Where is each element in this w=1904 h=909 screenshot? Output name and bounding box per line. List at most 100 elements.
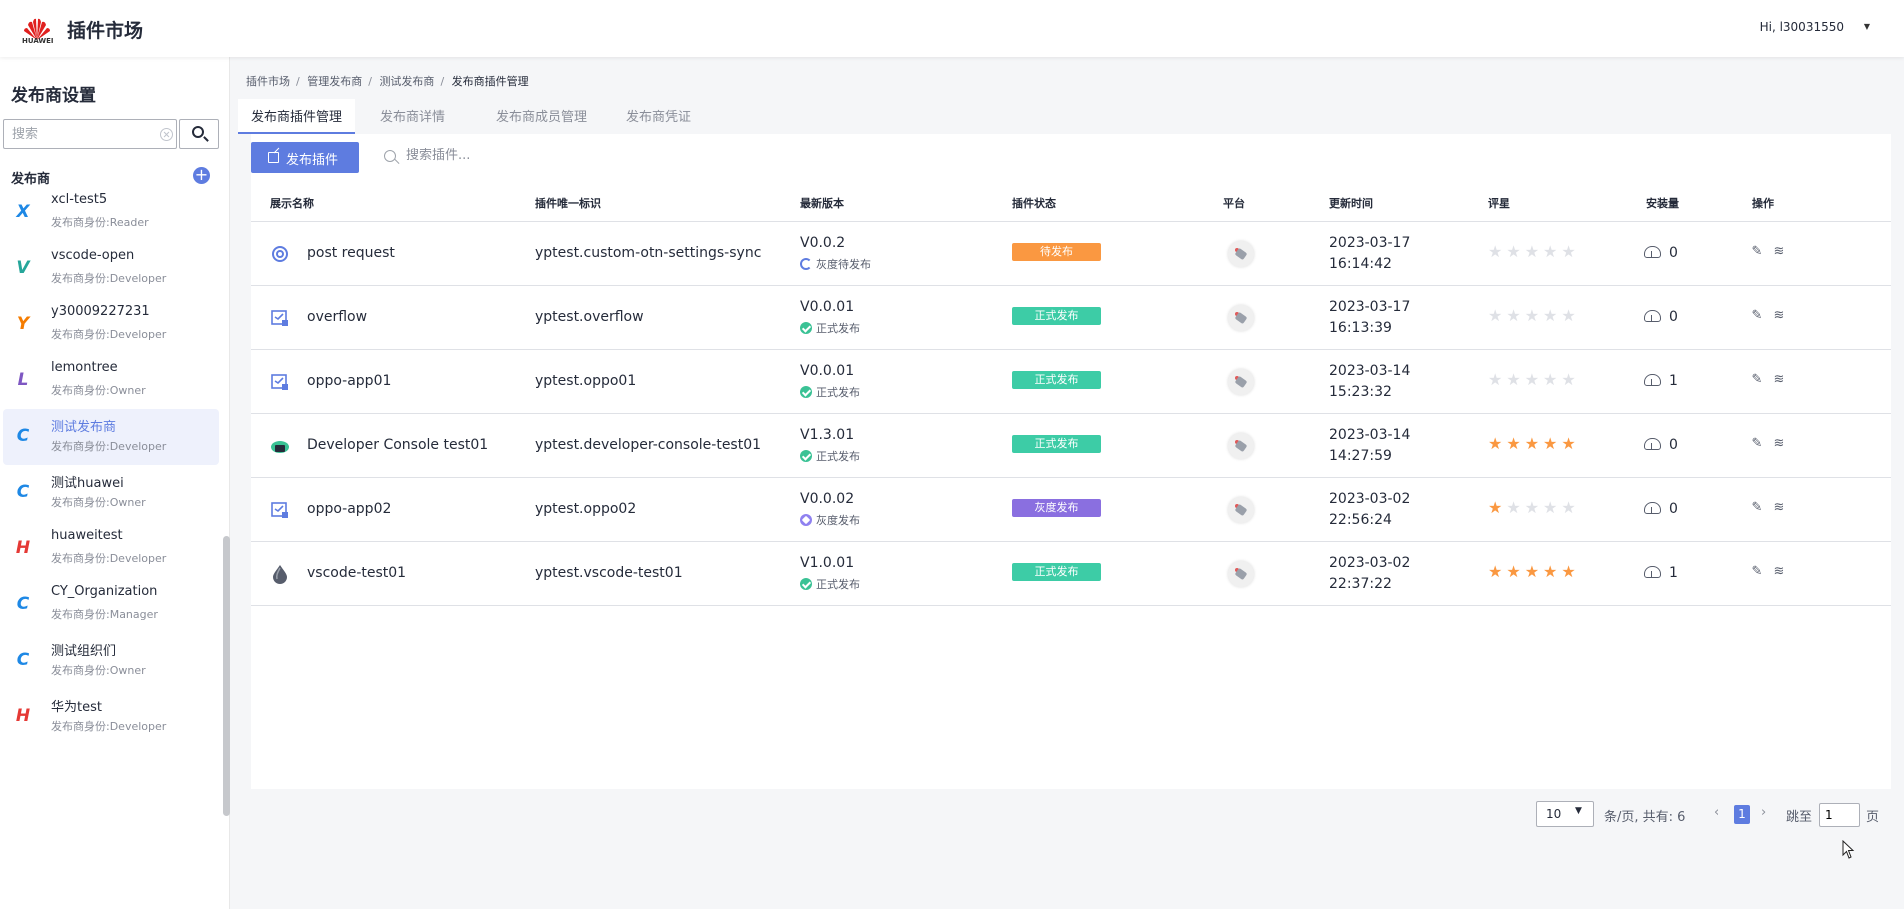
gear-icon bbox=[272, 246, 288, 262]
column-header: 评星 bbox=[1488, 197, 1510, 210]
sidebar-search-button[interactable] bbox=[179, 119, 219, 149]
publisher-item[interactable]: X xcl-test5 发布商身份:Reader bbox=[3, 185, 219, 241]
publisher-avatar-icon: C bbox=[16, 426, 30, 446]
layers-icon[interactable]: ≋ bbox=[1772, 564, 1786, 579]
star-empty-icon: ★ bbox=[1524, 498, 1544, 517]
edit-icon[interactable]: ✎ bbox=[1750, 244, 1764, 259]
publisher-item[interactable]: H huaweitest 发布商身份:Developer bbox=[3, 521, 219, 577]
cloud-download-icon bbox=[1644, 374, 1661, 386]
star-filled-icon: ★ bbox=[1524, 434, 1544, 453]
publisher-item[interactable]: Y y30009227231 发布商身份:Developer bbox=[3, 297, 219, 353]
plugin-search-input[interactable] bbox=[406, 148, 576, 163]
star-filled-icon: ★ bbox=[1488, 562, 1507, 581]
publish-plugin-button[interactable]: 发布插件 bbox=[251, 142, 359, 173]
publisher-item[interactable]: C 测试huawei 发布商身份:Owner bbox=[3, 465, 219, 521]
plugin-name[interactable]: Developer Console test01 bbox=[307, 437, 488, 453]
plugin-version: V0.0.2 bbox=[800, 235, 846, 251]
plugin-version: V0.0.02 bbox=[800, 491, 855, 507]
column-header: 平台 bbox=[1223, 197, 1245, 210]
current-page-button[interactable]: 1 bbox=[1734, 805, 1750, 824]
column-header: 更新时间 bbox=[1329, 197, 1373, 210]
publisher-name: y30009227231 bbox=[51, 304, 150, 319]
update-time: 2023-03-14 15:23:32 bbox=[1329, 363, 1411, 400]
jump-page-input[interactable] bbox=[1819, 803, 1860, 827]
tab-plugin-management[interactable]: 发布商插件管理 bbox=[238, 99, 356, 134]
version-status: 正式发布 bbox=[800, 384, 860, 400]
user-menu[interactable]: Hi, l30031550 bbox=[1760, 20, 1844, 34]
plugin-id: yptest.custom-otn-settings-sync bbox=[535, 245, 762, 261]
tab-publisher-details[interactable]: 发布商详情 bbox=[367, 99, 458, 134]
column-header: 操作 bbox=[1752, 197, 1774, 210]
edit-icon[interactable]: ✎ bbox=[1750, 564, 1764, 579]
table-row[interactable]: vscode-test01 yptest.vscode-test01 V1.0.… bbox=[251, 542, 1891, 606]
plugin-id: yptest.oppo01 bbox=[535, 373, 637, 389]
edit-icon[interactable]: ✎ bbox=[1750, 372, 1764, 387]
breadcrumb-item[interactable]: 插件市场 bbox=[246, 75, 290, 88]
install-count: 0 bbox=[1644, 309, 1678, 325]
publisher-name: huaweitest bbox=[51, 528, 123, 543]
star-filled-icon: ★ bbox=[1524, 562, 1544, 581]
plugin-name[interactable]: oppo-app01 bbox=[307, 373, 391, 389]
table-row[interactable]: oppo-app02 yptest.oppo02 V0.0.02 灰度发布 灰度… bbox=[251, 478, 1891, 542]
clear-icon[interactable] bbox=[160, 128, 173, 141]
publisher-name: 测试组织们 bbox=[51, 644, 117, 659]
rating-stars: ★★★★★ bbox=[1488, 498, 1580, 517]
plugin-name[interactable]: vscode-test01 bbox=[307, 565, 406, 581]
platform-icon bbox=[1228, 241, 1254, 267]
plugin-name[interactable]: overflow bbox=[307, 309, 367, 325]
sidebar-search-input[interactable] bbox=[4, 120, 144, 148]
check-icon bbox=[800, 578, 812, 590]
add-publisher-button[interactable]: + bbox=[193, 167, 210, 184]
table-row[interactable]: overflow yptest.overflow V0.0.01 正式发布 正式… bbox=[251, 286, 1891, 350]
star-filled-icon: ★ bbox=[1543, 434, 1562, 453]
prev-page-icon[interactable]: ‹ bbox=[1714, 805, 1719, 820]
sidebar-search-box bbox=[3, 119, 177, 149]
breadcrumb-item[interactable]: 测试发布商 bbox=[379, 75, 434, 88]
install-count: 0 bbox=[1644, 437, 1678, 453]
plugin-version: V1.0.01 bbox=[800, 555, 855, 571]
update-time: 2023-03-17 16:13:39 bbox=[1329, 299, 1411, 336]
tab-credentials[interactable]: 发布商凭证 bbox=[613, 99, 704, 134]
layers-icon[interactable]: ≋ bbox=[1772, 500, 1786, 515]
plugin-name[interactable]: oppo-app02 bbox=[307, 501, 391, 517]
publisher-item-active[interactable]: C 测试发布商 发布商身份:Developer bbox=[3, 409, 219, 465]
plugin-name[interactable]: post request bbox=[307, 245, 395, 261]
layers-icon[interactable]: ≋ bbox=[1772, 308, 1786, 323]
platform-icon bbox=[1228, 305, 1254, 331]
publisher-role: 发布商身份:Owner bbox=[51, 496, 146, 509]
publisher-item[interactable]: H 华为test 发布商身份:Developer bbox=[3, 689, 219, 745]
tab-member-management[interactable]: 发布商成员管理 bbox=[483, 99, 600, 134]
publisher-item[interactable]: C CY_Organization 发布商身份:Manager bbox=[3, 577, 219, 633]
table-row[interactable]: oppo-app01 yptest.oppo01 V0.0.01 正式发布 正式… bbox=[251, 350, 1891, 414]
column-header: 插件状态 bbox=[1012, 197, 1056, 210]
row-actions: ✎ ≋ bbox=[1750, 436, 1794, 451]
publisher-item[interactable]: L lemontree 发布商身份:Owner bbox=[3, 353, 219, 409]
sidebar-scrollbar[interactable] bbox=[223, 536, 230, 816]
next-page-icon[interactable]: › bbox=[1761, 805, 1766, 820]
sidebar: 发布商设置 发布商 + X xcl-test5 发布商身份:Reader V v… bbox=[0, 57, 230, 909]
table-row[interactable]: post request yptest.custom-otn-settings-… bbox=[251, 222, 1891, 286]
install-count: 0 bbox=[1644, 501, 1678, 517]
publisher-item[interactable]: V vscode-open 发布商身份:Developer bbox=[3, 241, 219, 297]
page-size-select[interactable]: 10 ▼ bbox=[1536, 801, 1594, 827]
version-status: 灰度发布 bbox=[800, 512, 860, 528]
update-time: 2023-03-14 14:27:59 bbox=[1329, 427, 1411, 464]
layers-icon[interactable]: ≋ bbox=[1772, 436, 1786, 451]
column-header: 最新版本 bbox=[800, 197, 844, 210]
platform-icon bbox=[1228, 369, 1254, 395]
caret-down-icon[interactable]: ▼ bbox=[1864, 22, 1870, 31]
plugin-id: yptest.overflow bbox=[535, 309, 644, 325]
publisher-avatar-icon: C bbox=[16, 482, 30, 502]
caret-down-icon: ▼ bbox=[1575, 806, 1582, 816]
install-count: 1 bbox=[1644, 373, 1678, 389]
edit-icon[interactable]: ✎ bbox=[1750, 436, 1764, 451]
edit-icon[interactable]: ✎ bbox=[1750, 308, 1764, 323]
layers-icon[interactable]: ≋ bbox=[1772, 372, 1786, 387]
publisher-avatar-icon: Y bbox=[16, 314, 30, 334]
publisher-item[interactable]: C 测试组织们 发布商身份:Owner bbox=[3, 633, 219, 689]
edit-icon[interactable]: ✎ bbox=[1750, 500, 1764, 515]
layers-icon[interactable]: ≋ bbox=[1772, 244, 1786, 259]
breadcrumb-item[interactable]: 管理发布商 bbox=[307, 75, 362, 88]
install-count: 0 bbox=[1644, 245, 1678, 261]
table-row[interactable]: Developer Console test01 yptest.develope… bbox=[251, 414, 1891, 478]
